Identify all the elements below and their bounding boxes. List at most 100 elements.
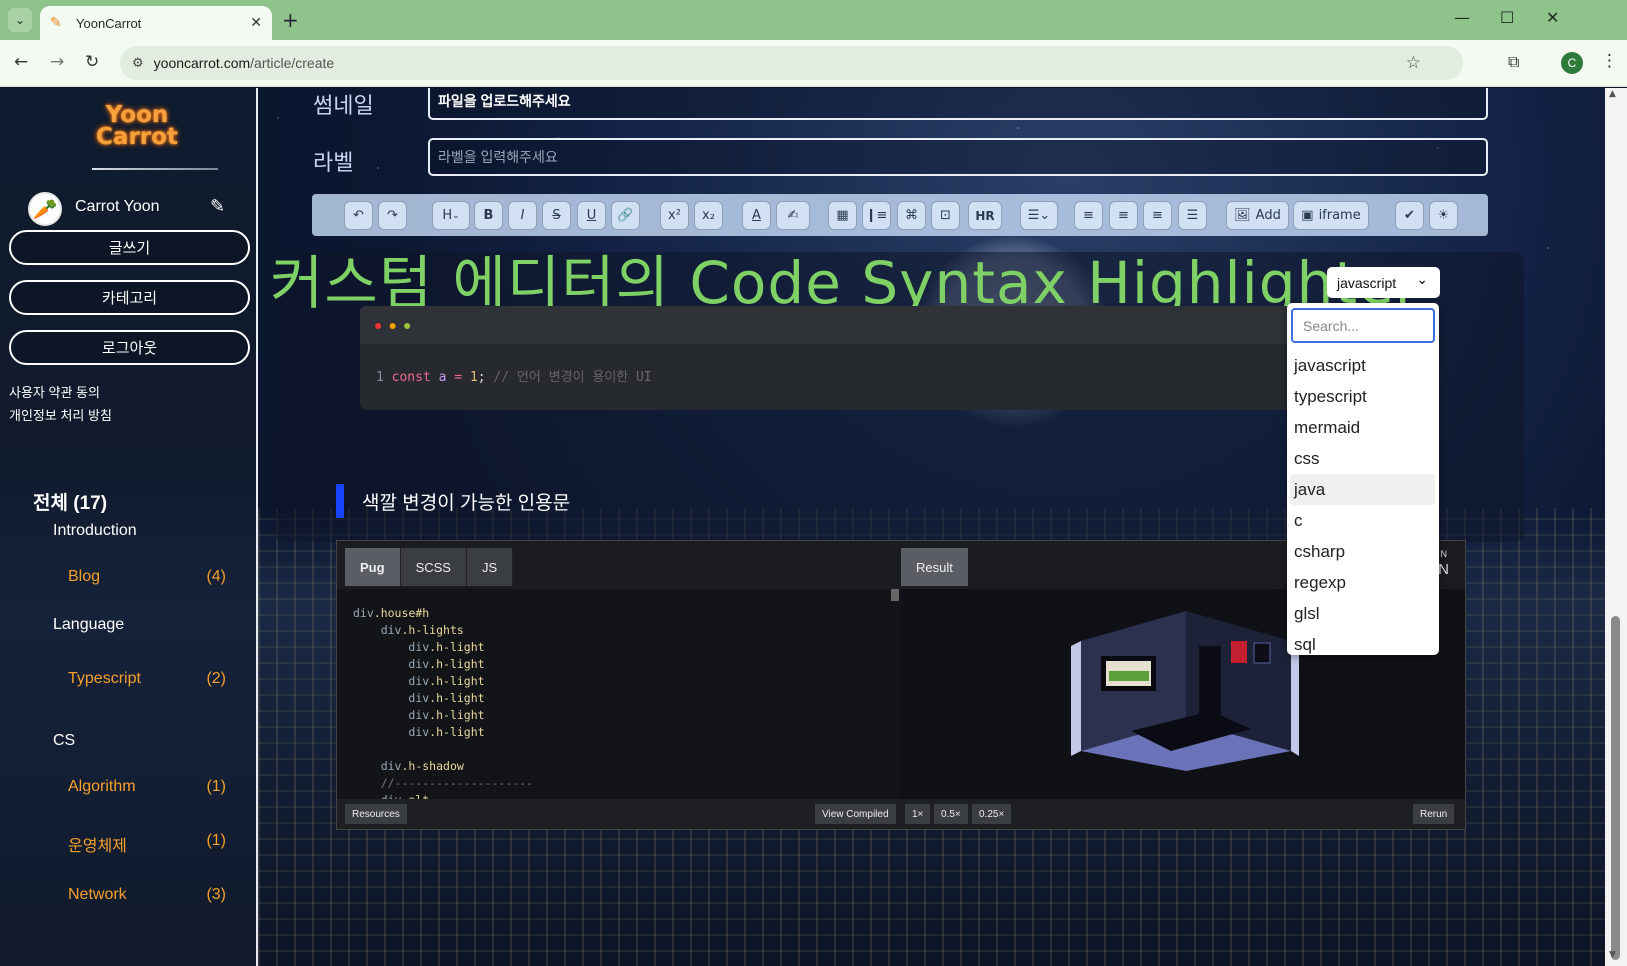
- language-option[interactable]: regexp: [1290, 567, 1435, 598]
- zoom-0-5x-button[interactable]: 0.5×: [934, 804, 968, 824]
- privacy-policy-link[interactable]: 개인정보 처리 방침: [9, 405, 112, 424]
- browser-tab[interactable]: ✎ YoonCarrot ✕: [40, 6, 272, 40]
- logo-line-1: Yoon: [105, 102, 169, 128]
- scroll-down-icon[interactable]: ▼: [1609, 950, 1616, 960]
- blockquote[interactable]: 색깔 변경이 가능한 인용문: [336, 484, 570, 518]
- back-icon[interactable]: ←: [14, 52, 28, 72]
- forward-icon[interactable]: →: [50, 52, 64, 72]
- minimize-icon[interactable]: —: [1454, 8, 1470, 27]
- pug-class: .h-lights: [401, 623, 464, 637]
- tab-search-dropdown-icon[interactable]: ⌄: [8, 8, 32, 32]
- category-item-blog[interactable]: Blog (4): [68, 568, 226, 586]
- category-all[interactable]: 전체 (17): [33, 488, 107, 515]
- highlight-icon[interactable]: ✍: [776, 201, 810, 230]
- category-item-algorithm[interactable]: Algorithm (1): [68, 778, 226, 796]
- code-line-number: 1: [376, 370, 384, 385]
- code-block-icon[interactable]: ⌘: [897, 201, 926, 230]
- iframe-button[interactable]: ▣ iframe: [1293, 201, 1369, 230]
- language-dropdown: Search... javascript typescript mermaid …: [1287, 303, 1439, 655]
- language-option[interactable]: java: [1290, 474, 1435, 505]
- language-option[interactable]: csharp: [1290, 536, 1435, 567]
- rerun-button[interactable]: Rerun: [1413, 804, 1455, 824]
- strikethrough-icon[interactable]: S: [542, 201, 571, 230]
- codepen-code-editor[interactable]: div.house#h div.h-lights div.h-light div…: [337, 589, 901, 799]
- language-option[interactable]: typescript: [1290, 381, 1435, 412]
- codepen-footer: Resources View Compiled 1× 0.5× 0.25× Re…: [337, 799, 1465, 829]
- profile-avatar[interactable]: C: [1561, 52, 1583, 74]
- category-item-network[interactable]: Network (3): [68, 886, 226, 904]
- language-search-input[interactable]: Search...: [1291, 308, 1435, 343]
- reload-icon[interactable]: ↻: [85, 52, 99, 72]
- tab-close-icon[interactable]: ✕: [250, 15, 262, 31]
- resources-button[interactable]: Resources: [345, 804, 407, 824]
- zoom-1x-button[interactable]: 1×: [905, 804, 931, 824]
- logo[interactable]: Yoon Carrot: [92, 102, 182, 149]
- category-item-label: Typescript: [68, 670, 141, 687]
- emoji-icon[interactable]: ✔: [1395, 201, 1424, 230]
- subscript-icon[interactable]: x₂: [694, 201, 723, 230]
- bookmark-star-icon[interactable]: ☆: [1406, 53, 1421, 73]
- align-justify-icon[interactable]: ☰: [1178, 201, 1207, 230]
- theme-toggle-icon[interactable]: ☀: [1429, 201, 1458, 230]
- logout-button[interactable]: 로그아웃: [9, 330, 250, 365]
- url-input[interactable]: ⚙ yooncarrot.com /article/create ☆: [120, 46, 1463, 80]
- category-item-label: Algorithm: [68, 778, 136, 795]
- category-group-language[interactable]: Language: [53, 616, 124, 634]
- edit-profile-icon[interactable]: ✎: [210, 196, 225, 217]
- category-item-typescript[interactable]: Typescript (2): [68, 670, 226, 688]
- tab-result[interactable]: Result: [901, 548, 968, 586]
- list-icon[interactable]: ☰⌄: [1020, 201, 1058, 230]
- heading-button-label: H: [442, 208, 453, 223]
- code-scrollbar[interactable]: [891, 589, 899, 601]
- terms-link[interactable]: 사용자 약관 동의: [9, 382, 100, 401]
- page-scrollbar-thumb[interactable]: [1611, 616, 1620, 960]
- zoom-0-25x-button[interactable]: 0.25×: [972, 804, 1012, 824]
- add-image-button[interactable]: 🖼 Add: [1226, 201, 1289, 230]
- italic-icon[interactable]: I: [508, 201, 537, 230]
- superscript-icon[interactable]: x²: [660, 201, 689, 230]
- bold-icon[interactable]: B: [474, 201, 503, 230]
- undo-icon[interactable]: ↶: [344, 201, 373, 230]
- align-left-icon[interactable]: ≡: [1074, 201, 1103, 230]
- align-center-icon[interactable]: ≡: [1109, 201, 1138, 230]
- category-button[interactable]: 카테고리: [9, 280, 250, 315]
- new-tab-icon[interactable]: +: [282, 8, 299, 32]
- underline-icon[interactable]: U: [577, 201, 606, 230]
- scroll-up-icon[interactable]: ▲: [1609, 89, 1616, 99]
- tab-pug[interactable]: Pug: [345, 548, 401, 586]
- blockquote-icon[interactable]: ❙≡: [862, 201, 891, 230]
- pug-class: .h-light: [429, 640, 485, 654]
- language-option[interactable]: sql: [1290, 629, 1435, 655]
- table-icon[interactable]: ▦: [828, 201, 857, 230]
- font-color-icon[interactable]: A: [742, 201, 771, 230]
- language-select[interactable]: javascript ⌄: [1327, 267, 1440, 298]
- write-button[interactable]: 글쓰기: [9, 230, 250, 265]
- extensions-icon[interactable]: ⧉: [1508, 52, 1519, 72]
- category-group-introduction[interactable]: Introduction: [53, 522, 137, 540]
- language-option[interactable]: javascript: [1290, 350, 1435, 381]
- window-close-icon[interactable]: ✕: [1546, 8, 1559, 27]
- browser-menu-icon[interactable]: ⋮: [1601, 51, 1618, 71]
- language-option[interactable]: glsl: [1290, 598, 1435, 629]
- category-item-os[interactable]: 운영체제 (1): [68, 832, 226, 856]
- align-right-icon[interactable]: ≡: [1143, 201, 1172, 230]
- code-block[interactable]: ● ● ● 1 const a = 1; // 언어 변경이 용이한 UI: [360, 306, 1295, 410]
- redo-icon[interactable]: ↷: [378, 201, 407, 230]
- view-compiled-button[interactable]: View Compiled: [815, 804, 896, 824]
- site-info-icon[interactable]: ⚙: [132, 56, 144, 71]
- tab-js[interactable]: JS: [466, 548, 514, 586]
- tab-scss[interactable]: SCSS: [400, 548, 467, 586]
- heading-button[interactable]: H ⌄: [432, 201, 470, 230]
- language-option[interactable]: mermaid: [1290, 412, 1435, 443]
- horizontal-rule-button[interactable]: HR: [968, 201, 1002, 230]
- thumbnail-upload-field[interactable]: 파일을 업로드해주세요: [428, 88, 1488, 120]
- maximize-icon[interactable]: ☐: [1500, 8, 1514, 27]
- embed-icon[interactable]: ⊡: [931, 201, 960, 230]
- category-item-label: Network: [68, 886, 127, 903]
- code-line[interactable]: 1 const a = 1; // 언어 변경이 용이한 UI: [360, 344, 1295, 407]
- category-group-cs[interactable]: CS: [53, 732, 75, 750]
- language-option[interactable]: css: [1290, 443, 1435, 474]
- label-input[interactable]: 라벨을 입력해주세요: [428, 138, 1488, 176]
- link-icon[interactable]: 🔗: [611, 201, 640, 230]
- language-option[interactable]: c: [1290, 505, 1435, 536]
